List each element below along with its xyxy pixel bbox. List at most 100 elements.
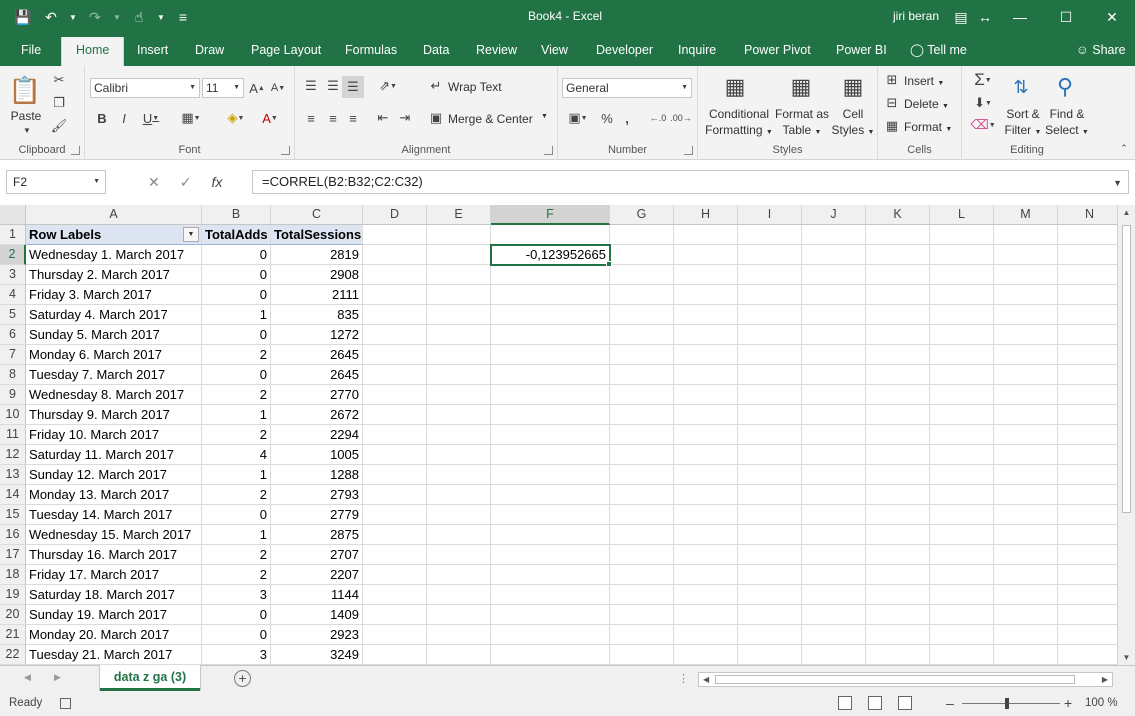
cell-j8[interactable] (802, 365, 866, 385)
cell-c5[interactable]: 835 (271, 305, 363, 325)
cell-k22[interactable] (866, 645, 930, 665)
cell-g22[interactable] (610, 645, 674, 665)
format-painter-icon[interactable]: 🖌 (50, 117, 68, 135)
cell-a4[interactable]: Friday 3. March 2017 (26, 285, 202, 305)
decrease-indent-icon[interactable]: ⇤ (373, 108, 393, 128)
cell-m17[interactable] (994, 545, 1058, 565)
cell-b9[interactable]: 2 (202, 385, 271, 405)
cell-c12[interactable]: 1005 (271, 445, 363, 465)
align-right-icon[interactable]: ≡ (343, 108, 363, 128)
cell-i1[interactable] (738, 225, 802, 245)
cell-c6[interactable]: 1272 (271, 325, 363, 345)
row-header-18[interactable]: 18 (0, 565, 26, 585)
cell-n7[interactable] (1058, 345, 1117, 365)
cell-j20[interactable] (802, 605, 866, 625)
cell-i3[interactable] (738, 265, 802, 285)
share-button[interactable]: ☺ Share (1076, 34, 1126, 66)
cell-f8[interactable] (491, 365, 610, 385)
cell-g8[interactable] (610, 365, 674, 385)
font-launcher-icon[interactable] (281, 146, 290, 155)
borders-icon[interactable]: ▦ ▼ (177, 108, 205, 128)
cell-m9[interactable] (994, 385, 1058, 405)
cell-g12[interactable] (610, 445, 674, 465)
cell-b18[interactable]: 2 (202, 565, 271, 585)
cell-e20[interactable] (427, 605, 491, 625)
cell-m21[interactable] (994, 625, 1058, 645)
cell-m22[interactable] (994, 645, 1058, 665)
accounting-format-icon[interactable]: ▣ ▼ (563, 108, 593, 128)
column-header-m[interactable]: M (994, 205, 1058, 225)
cell-a3[interactable]: Thursday 2. March 2017 (26, 265, 202, 285)
cell-g6[interactable] (610, 325, 674, 345)
merge-center-button[interactable]: Merge & Center (448, 112, 533, 126)
cell-m16[interactable] (994, 525, 1058, 545)
cell-i7[interactable] (738, 345, 802, 365)
cell-l19[interactable] (930, 585, 994, 605)
scroll-down-icon[interactable]: ▼ (1118, 653, 1135, 662)
cell-f6[interactable] (491, 325, 610, 345)
cell-h12[interactable] (674, 445, 738, 465)
merge-dropdown-icon[interactable]: ▼ (541, 113, 548, 120)
cell-n14[interactable] (1058, 485, 1117, 505)
row-header-5[interactable]: 5 (0, 305, 26, 325)
cell-a8[interactable]: Tuesday 7. March 2017 (26, 365, 202, 385)
cell-l18[interactable] (930, 565, 994, 585)
minimize-button[interactable]: — (997, 0, 1043, 34)
row-header-8[interactable]: 8 (0, 365, 26, 385)
cell-g21[interactable] (610, 625, 674, 645)
cell-i10[interactable] (738, 405, 802, 425)
cell-d19[interactable] (363, 585, 427, 605)
cell-d10[interactable] (363, 405, 427, 425)
tab-developer[interactable]: Developer (596, 34, 653, 66)
cell-h18[interactable] (674, 565, 738, 585)
cell-b21[interactable]: 0 (202, 625, 271, 645)
tab-page-layout[interactable]: Page Layout (251, 34, 321, 66)
cell-f1[interactable] (491, 225, 610, 245)
cell-n19[interactable] (1058, 585, 1117, 605)
cell-n15[interactable] (1058, 505, 1117, 525)
cell-e2[interactable] (427, 245, 491, 265)
redo-icon[interactable]: ↷ (84, 6, 106, 28)
cell-b5[interactable]: 1 (202, 305, 271, 325)
cell-i15[interactable] (738, 505, 802, 525)
tab-insert[interactable]: Insert (137, 34, 168, 66)
cell-j21[interactable] (802, 625, 866, 645)
delete-cells-button[interactable]: Delete ▼ (904, 97, 949, 111)
row-header-16[interactable]: 16 (0, 525, 26, 545)
cell-g9[interactable] (610, 385, 674, 405)
cell-c18[interactable]: 2207 (271, 565, 363, 585)
cell-j12[interactable] (802, 445, 866, 465)
customize-qat-icon[interactable]: ≡ (172, 6, 194, 28)
cell-d5[interactable] (363, 305, 427, 325)
cell-a15[interactable]: Tuesday 14. March 2017 (26, 505, 202, 525)
cell-l22[interactable] (930, 645, 994, 665)
cell-n17[interactable] (1058, 545, 1117, 565)
tab-formulas[interactable]: Formulas (345, 34, 397, 66)
cell-a16[interactable]: Wednesday 15. March 2017 (26, 525, 202, 545)
normal-view-icon[interactable] (838, 696, 852, 710)
insert-cells-button[interactable]: Insert ▼ (904, 74, 944, 88)
cell-h9[interactable] (674, 385, 738, 405)
decrease-font-icon[interactable]: A ▼ (269, 78, 287, 98)
cell-d22[interactable] (363, 645, 427, 665)
select-all-button[interactable] (0, 205, 26, 225)
cell-l1[interactable] (930, 225, 994, 245)
close-button[interactable]: ✕ (1089, 0, 1135, 34)
cell-j2[interactable] (802, 245, 866, 265)
column-header-i[interactable]: I (738, 205, 802, 225)
tab-split-icon[interactable]: ⋮ (678, 672, 689, 685)
cell-i20[interactable] (738, 605, 802, 625)
cell-n12[interactable] (1058, 445, 1117, 465)
cell-h20[interactable] (674, 605, 738, 625)
cell-k10[interactable] (866, 405, 930, 425)
cell-f14[interactable] (491, 485, 610, 505)
cell-h5[interactable] (674, 305, 738, 325)
sheet-tab-data-z-ga-3[interactable]: data z ga (3) (100, 665, 200, 691)
cell-f12[interactable] (491, 445, 610, 465)
cell-l17[interactable] (930, 545, 994, 565)
cell-c7[interactable]: 2645 (271, 345, 363, 365)
paste-dropdown-icon[interactable]: ▼ (12, 126, 42, 135)
cell-i12[interactable] (738, 445, 802, 465)
row-header-7[interactable]: 7 (0, 345, 26, 365)
cell-e21[interactable] (427, 625, 491, 645)
